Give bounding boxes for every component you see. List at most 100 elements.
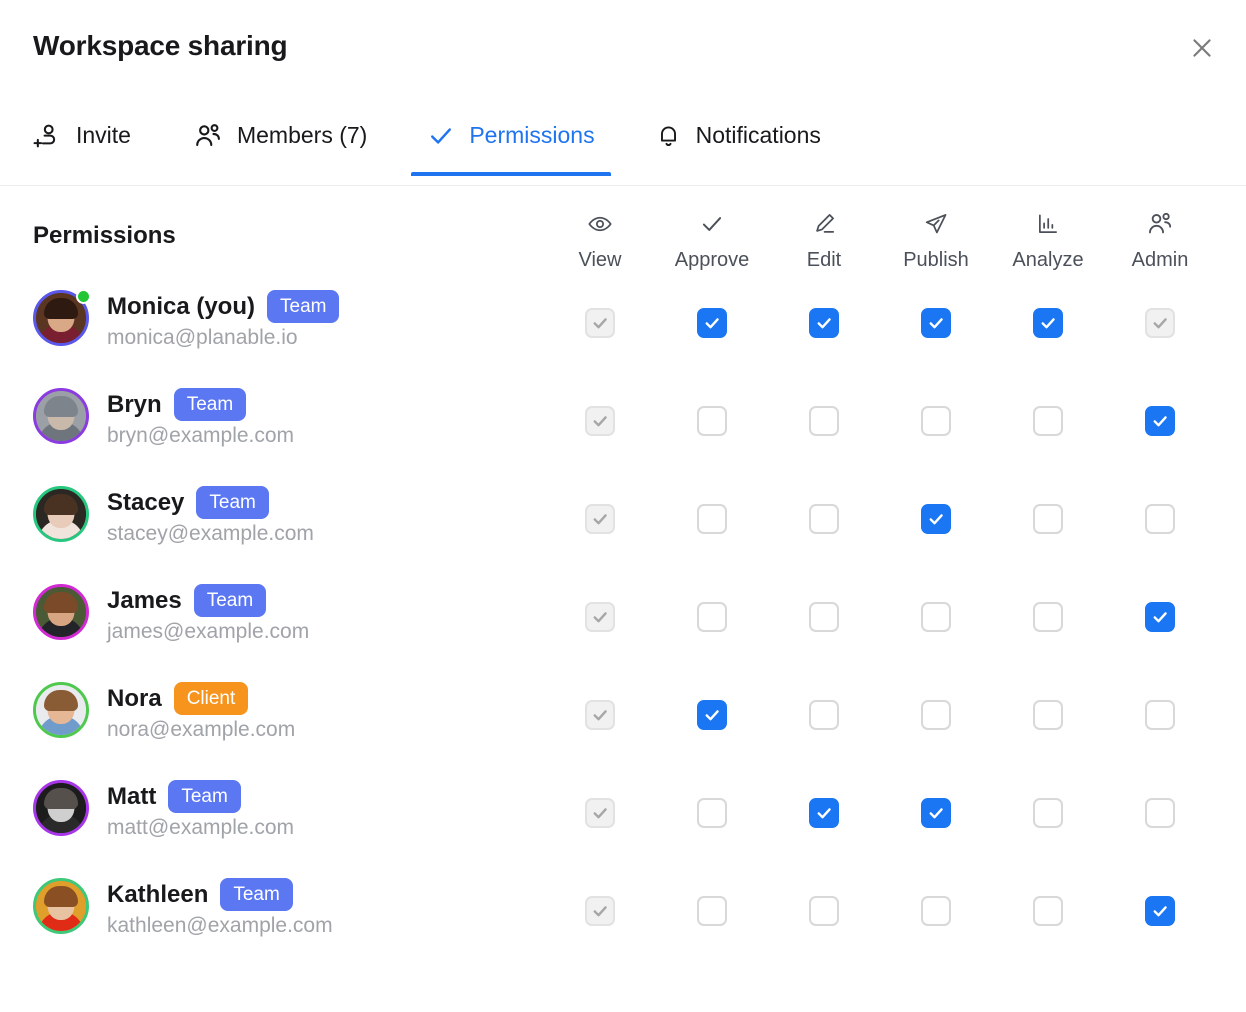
status-badge: Team [196, 486, 268, 519]
permission-cell-view [545, 798, 655, 828]
checkbox-admin[interactable] [1145, 602, 1175, 632]
checkbox-analyze[interactable] [1033, 308, 1063, 338]
permission-cell-admin [1105, 602, 1215, 632]
permission-cell-edit [769, 308, 879, 338]
checkbox-analyze[interactable] [1033, 504, 1063, 534]
checkbox-approve[interactable] [697, 700, 727, 730]
checkbox-publish[interactable] [921, 308, 951, 338]
permission-cell-edit [769, 700, 879, 730]
tab-permissions[interactable]: Permissions [411, 96, 610, 175]
permission-cell-view [545, 308, 655, 338]
checkbox-admin [1145, 308, 1175, 338]
checkbox-approve[interactable] [697, 308, 727, 338]
permission-cell-admin [1105, 896, 1215, 926]
permission-cell-analyze [993, 798, 1103, 828]
avatar [33, 388, 89, 444]
permission-cell-analyze [993, 896, 1103, 926]
permission-cell-approve [657, 896, 767, 926]
permission-cell-edit [769, 504, 879, 534]
tab-notifications[interactable]: Notifications [639, 96, 837, 175]
permission-cell-admin [1105, 504, 1215, 534]
checkbox-analyze[interactable] [1033, 700, 1063, 730]
column-header-approve[interactable]: Approve [657, 211, 767, 272]
member-email: bryn@example.com [107, 424, 294, 448]
column-header-label-approve: Approve [675, 249, 750, 272]
avatar [33, 878, 89, 934]
checkbox-approve[interactable] [697, 504, 727, 534]
checkbox-analyze[interactable] [1033, 896, 1063, 926]
checkbox-publish[interactable] [921, 602, 951, 632]
table-row: Monica (you)Teammonica@planable.io [0, 278, 1246, 376]
checkbox-publish[interactable] [921, 798, 951, 828]
checkbox-view [585, 602, 615, 632]
member-info: MattTeammatt@example.com [33, 778, 294, 840]
checkbox-publish[interactable] [921, 406, 951, 436]
checkbox-admin[interactable] [1145, 406, 1175, 436]
checkbox-edit[interactable] [809, 602, 839, 632]
checkbox-edit[interactable] [809, 406, 839, 436]
checkbox-view [585, 504, 615, 534]
member-email: stacey@example.com [107, 522, 314, 546]
checkbox-publish[interactable] [921, 700, 951, 730]
permission-cell-edit [769, 798, 879, 828]
send-icon [923, 211, 949, 237]
table-row: MattTeammatt@example.com [0, 768, 1246, 866]
tab-notifications-label: Notifications [696, 122, 821, 149]
column-header-view[interactable]: View [545, 211, 655, 272]
checkbox-admin[interactable] [1145, 798, 1175, 828]
checkbox-approve[interactable] [697, 406, 727, 436]
checkbox-approve[interactable] [697, 896, 727, 926]
checkbox-admin[interactable] [1145, 700, 1175, 730]
checkbox-approve[interactable] [697, 798, 727, 828]
checkbox-edit[interactable] [809, 896, 839, 926]
checkbox-edit[interactable] [809, 308, 839, 338]
permission-cell-admin [1105, 406, 1215, 436]
checkbox-publish[interactable] [921, 504, 951, 534]
status-badge: Client [174, 682, 249, 715]
checkbox-edit[interactable] [809, 798, 839, 828]
checkbox-analyze[interactable] [1033, 406, 1063, 436]
close-button[interactable] [1184, 30, 1220, 66]
permission-cell-admin [1105, 308, 1215, 338]
table-row: JamesTeamjames@example.com [0, 572, 1246, 670]
permission-cell-publish [881, 896, 991, 926]
status-badge: Team [220, 878, 292, 911]
tab-members[interactable]: Members (7) [177, 96, 383, 175]
check-icon [427, 122, 455, 150]
member-email: james@example.com [107, 620, 309, 644]
tab-invite-label: Invite [76, 122, 131, 149]
checkbox-edit[interactable] [809, 504, 839, 534]
column-header-label-publish: Publish [903, 249, 969, 272]
permission-cell-admin [1105, 798, 1215, 828]
checkbox-admin[interactable] [1145, 896, 1175, 926]
column-header-publish[interactable]: Publish [881, 211, 991, 272]
checkbox-publish[interactable] [921, 896, 951, 926]
column-header-label-edit: Edit [807, 249, 841, 272]
member-name: Monica (you) [107, 293, 255, 321]
permission-cell-approve [657, 700, 767, 730]
checkbox-edit[interactable] [809, 700, 839, 730]
tab-invite[interactable]: Invite [33, 96, 147, 175]
column-header-admin[interactable]: Admin [1105, 211, 1215, 272]
permission-cell-edit [769, 406, 879, 436]
member-name: Stacey [107, 489, 184, 517]
permission-cell-approve [657, 308, 767, 338]
member-email: matt@example.com [107, 816, 294, 840]
checkbox-analyze[interactable] [1033, 798, 1063, 828]
checkbox-approve[interactable] [697, 602, 727, 632]
status-badge: Team [194, 584, 266, 617]
checkbox-admin[interactable] [1145, 504, 1175, 534]
permission-cell-approve [657, 504, 767, 534]
permission-cell-approve [657, 798, 767, 828]
permission-cell-approve [657, 602, 767, 632]
checkbox-analyze[interactable] [1033, 602, 1063, 632]
column-header-edit[interactable]: Edit [769, 211, 879, 272]
permission-cell-analyze [993, 504, 1103, 534]
page-title: Workspace sharing [33, 30, 287, 62]
permission-cell-admin [1105, 700, 1215, 730]
column-header-analyze[interactable]: Analyze [993, 211, 1103, 272]
table-row: KathleenTeamkathleen@example.com [0, 866, 1246, 964]
member-rows: Monica (you)Teammonica@planable.ioBrynTe… [0, 278, 1246, 964]
member-info: Stacey Team stacey@example.com [33, 484, 314, 546]
permission-cell-publish [881, 308, 991, 338]
